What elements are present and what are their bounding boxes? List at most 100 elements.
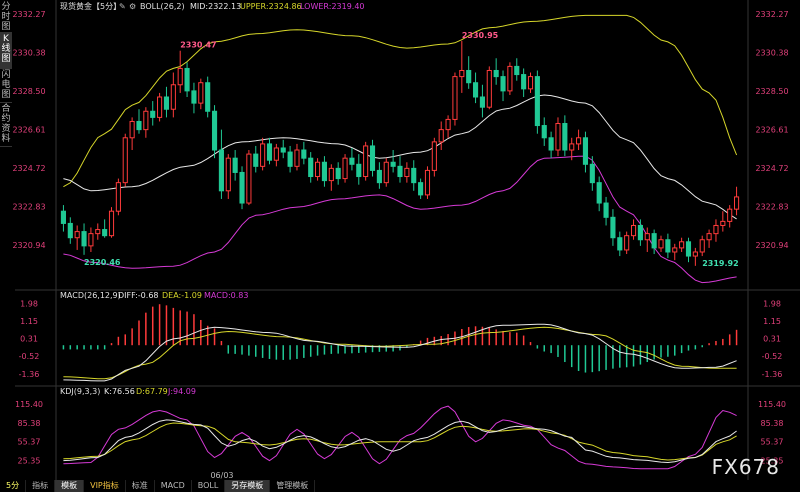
save-template-tab[interactable]: 另存模板: [225, 480, 271, 492]
candle-body: [349, 157, 355, 165]
manage-template-tab[interactable]: 管理模板: [270, 480, 316, 492]
candle-body: [102, 229, 108, 237]
candle-body: [74, 231, 80, 239]
candle-body: [411, 167, 417, 184]
price-y-tick-right: 2330.38: [755, 49, 788, 58]
kdj-y-tick-left: 85.38: [18, 419, 41, 428]
candle-body: [459, 69, 465, 78]
candle-body: [521, 74, 527, 90]
kdj-y-tick-left: 55.37: [18, 438, 41, 447]
kdj-y-tick-right: 115.40: [758, 400, 786, 409]
candle-body: [60, 210, 66, 224]
candle-body: [136, 120, 142, 131]
price-y-tick-right: 2324.72: [755, 164, 788, 173]
candle-body: [170, 84, 176, 110]
candle-body: [424, 169, 431, 196]
kdj-k-label: K:76.56: [104, 387, 135, 396]
candle-body: [191, 90, 197, 104]
candle-body: [260, 143, 266, 167]
template-tab[interactable]: 模板: [55, 480, 85, 492]
macd-y-tick-left: -0.52: [19, 352, 40, 361]
candle-body: [315, 161, 321, 178]
candle-body: [157, 96, 163, 118]
candle-body: [266, 143, 273, 161]
edit-icon[interactable]: ✎: [119, 2, 126, 11]
macd-tab[interactable]: MACD: [155, 480, 192, 492]
candle-body: [479, 96, 485, 108]
kdj-label: KDJ(9,3,3): [60, 387, 100, 396]
price-annotation: 2330.47: [180, 41, 216, 50]
boll-lower-label: LOWER:2319.40: [300, 2, 365, 11]
candle-body: [356, 163, 362, 178]
standard-tab[interactable]: 标准: [126, 480, 155, 492]
kdj-y-tick-left: 25.35: [18, 456, 41, 465]
settings-icon[interactable]: ⚙: [129, 2, 136, 11]
macd-y-tick-right: 1.15: [763, 317, 781, 326]
candle-body: [205, 82, 211, 112]
price-annotation: 2330.95: [462, 31, 499, 40]
candle-body: [672, 247, 678, 253]
candle-body: [514, 65, 520, 76]
candle-body: [363, 145, 369, 178]
candle-body: [699, 239, 705, 253]
symbol-label: 现货黄金【5分】: [60, 1, 121, 11]
macd-diff-line: [63, 323, 737, 382]
candle-body: [596, 182, 602, 204]
macd-dea-line: [63, 326, 737, 380]
price-y-tick-right: 2328.50: [755, 87, 788, 96]
candle-body: [369, 145, 376, 171]
price-y-tick-left: 2320.94: [12, 241, 45, 250]
candle-body: [88, 233, 94, 247]
price-y-tick-right: 2326.61: [755, 125, 788, 134]
macd-y-tick-right: -1.36: [762, 370, 783, 379]
candle-body: [143, 110, 149, 131]
price-y-tick-left: 2328.50: [12, 87, 45, 96]
candle-body: [129, 120, 135, 139]
period-tab[interactable]: 5分: [0, 480, 27, 492]
candle-body: [555, 123, 561, 151]
kdj-panel: 115.40 115.4085.38 85.3855.37 55.3725.35 25.…: [15, 400, 786, 480]
candle-body: [342, 157, 348, 180]
kline-chart[interactable]: 现货黄金【5分】 BOLL(26,2) MID:2322.13 UPPER:23…: [0, 0, 800, 480]
macd-y-tick-left: 0.31: [20, 335, 38, 344]
candle-body: [184, 67, 190, 92]
candle-body: [280, 147, 286, 153]
boll-tab[interactable]: BOLL: [192, 480, 226, 492]
watermark-logo: FX678: [711, 455, 780, 479]
candle-body: [527, 76, 534, 90]
kdj-j-label: J:94.09: [167, 387, 196, 396]
candle-body: [651, 233, 657, 249]
candle-body: [569, 143, 575, 151]
kdj-d-label: D:67.79: [136, 387, 168, 396]
candle-body: [301, 149, 307, 159]
candle-body: [493, 69, 499, 78]
candle-body: [472, 82, 479, 98]
candle-body: [734, 196, 740, 210]
indicator-tab[interactable]: 指标: [26, 480, 56, 492]
candle-body: [390, 161, 396, 167]
candle-body: [211, 110, 218, 151]
macd-dea-label: DEA:-1.09: [162, 291, 202, 300]
macd-y-tick-left: 1.15: [20, 317, 38, 326]
candle-body: [658, 239, 664, 249]
bottom-toolbar: 5分 指标 模板 VIP指标 标准 MACD BOLL 另存模板 管理模板: [0, 480, 800, 492]
candle-body: [232, 157, 238, 173]
candle-body: [81, 231, 87, 247]
candle-body: [225, 157, 231, 192]
candle-body: [466, 69, 472, 84]
candle-body: [115, 182, 121, 212]
price-y-tick-left: 2326.61: [12, 125, 45, 134]
candle-body: [445, 118, 451, 131]
candle-body: [534, 76, 540, 127]
candle-body: [644, 233, 650, 241]
candle-body: [404, 167, 410, 178]
candle-body: [685, 241, 692, 257]
candle-body: [713, 224, 719, 235]
price-panel: 2332.27 2332.27 2330.38 2330.38 2328.50 2328.…: [12, 10, 789, 284]
candle-body: [679, 241, 685, 249]
candle-body: [541, 125, 547, 139]
vip-indicator-tab[interactable]: VIP指标: [84, 480, 126, 492]
candle-body: [548, 137, 554, 151]
macd-label: MACD(26,12,9): [60, 291, 121, 300]
candle-body: [589, 163, 595, 184]
